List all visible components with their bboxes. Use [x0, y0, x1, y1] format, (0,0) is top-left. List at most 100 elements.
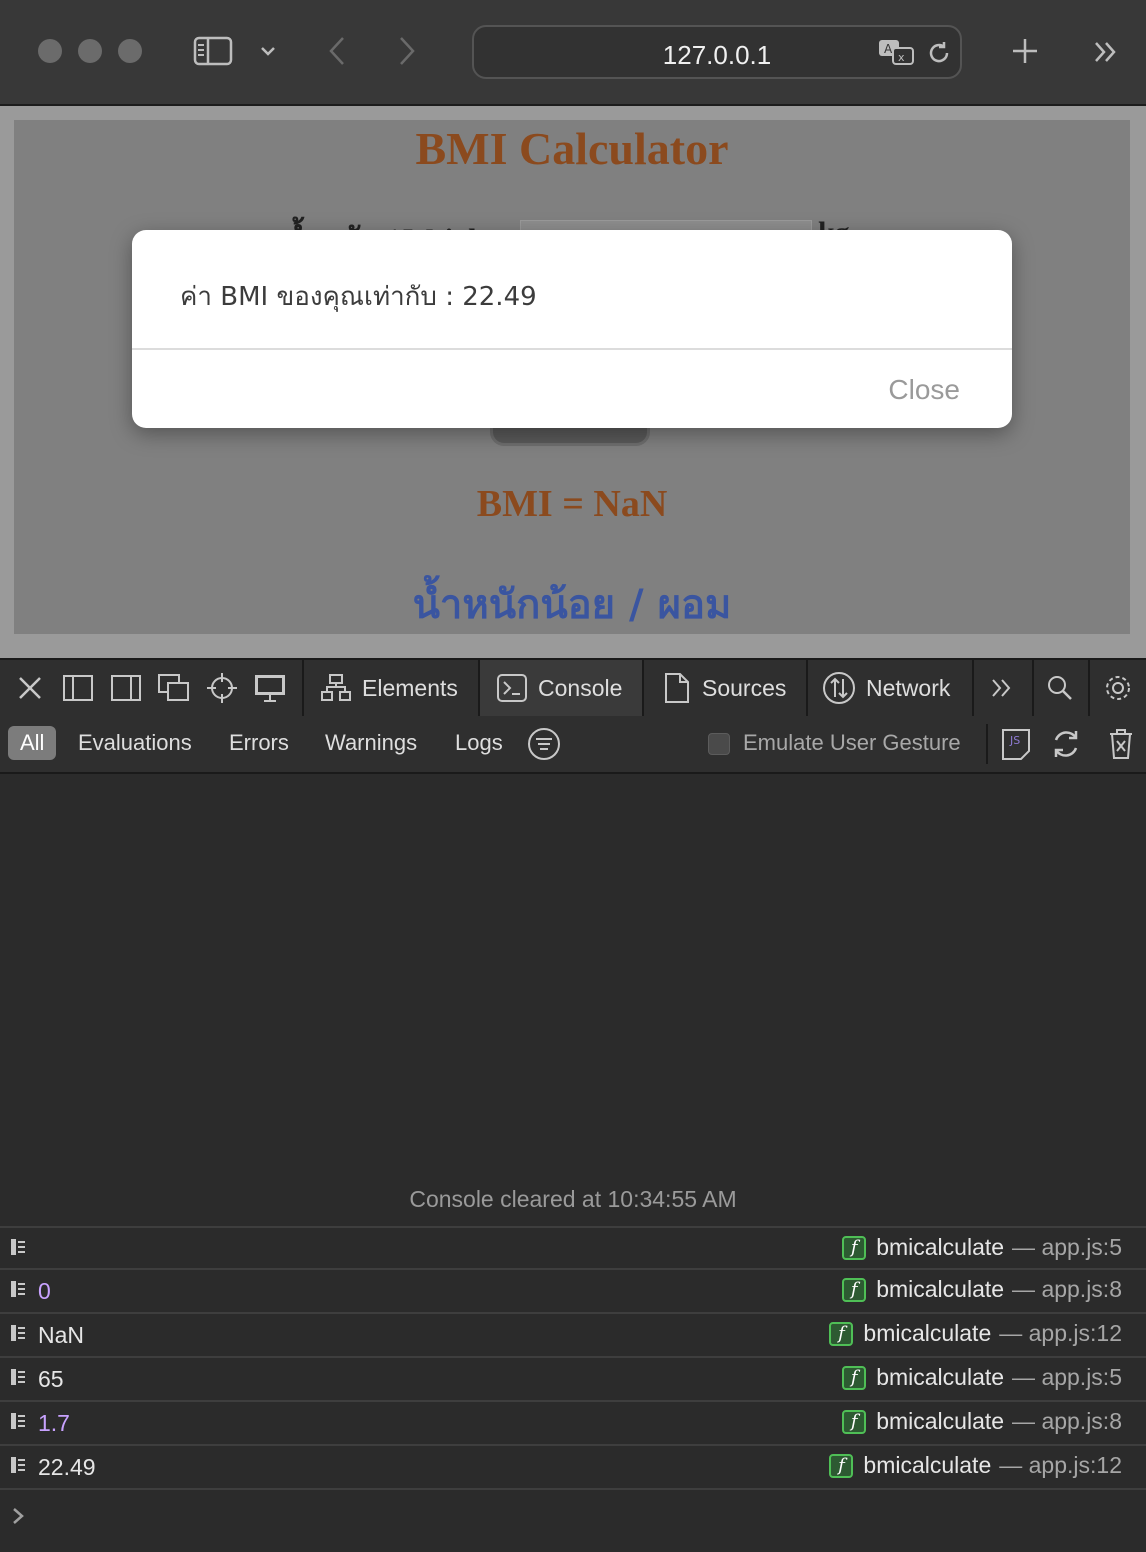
tab-label: Network: [866, 674, 951, 701]
log-source-link[interactable]: f bmicalculate — app.js:8: [842, 1408, 1122, 1435]
minimize-window-button[interactable]: [78, 39, 102, 63]
log-function: bmicalculate: [876, 1276, 1005, 1302]
function-icon: f: [842, 1235, 867, 1260]
log-function: bmicalculate: [876, 1234, 1005, 1260]
chevron-down-icon[interactable]: [256, 40, 280, 62]
bmi-category: น้ำหนักน้อย / ผอม: [412, 582, 732, 628]
svg-text:JS: JS: [1009, 734, 1020, 747]
dialog-divider: [132, 348, 1012, 350]
js-context-icon[interactable]: JS: [998, 726, 1034, 762]
device-mode-icon[interactable]: [252, 670, 288, 706]
filter-all[interactable]: All: [8, 726, 57, 760]
elements-icon: [321, 674, 351, 701]
svg-text:A: A: [884, 42, 893, 56]
log-source-link[interactable]: f bmicalculate — app.js:12: [829, 1452, 1122, 1479]
log-row: NaN f bmicalculate — app.js:12: [0, 1312, 1146, 1356]
log-value: 0: [38, 1278, 51, 1304]
filterbar-divider: [986, 724, 988, 764]
log-function: bmicalculate: [876, 1364, 1005, 1390]
log-value: 1.7: [38, 1410, 70, 1436]
tab-network[interactable]: Network: [808, 660, 972, 716]
devtools-tabbar: Elements Console Sources Network: [0, 658, 1146, 718]
address-bar[interactable]: 127.0.0.1 Ax: [472, 25, 962, 79]
log-icon: [11, 1325, 25, 1341]
log-file: app.js:12: [1028, 1320, 1122, 1346]
log-source-link[interactable]: f bmicalculate — app.js:8: [842, 1276, 1122, 1303]
dock-left-icon[interactable]: [60, 670, 96, 706]
log-source-link[interactable]: f bmicalculate — app.js:12: [829, 1320, 1122, 1347]
console-output: Console cleared at 10:34:55 AM f bmicalc…: [0, 774, 1146, 1550]
log-icon: [11, 1369, 25, 1385]
tab-console[interactable]: Console: [480, 660, 642, 716]
browser-toolbar: 127.0.0.1 Ax: [0, 0, 1146, 106]
log-file: app.js:5: [1041, 1364, 1122, 1390]
emulate-gesture-checkbox[interactable]: [708, 733, 730, 755]
log-function: bmicalculate: [876, 1408, 1005, 1434]
tab-elements[interactable]: Elements: [304, 660, 478, 716]
function-icon: f: [829, 1453, 854, 1478]
log-icon: [11, 1281, 25, 1297]
log-source-link[interactable]: f bmicalculate — app.js:5: [842, 1364, 1122, 1391]
log-source-link[interactable]: f bmicalculate — app.js:5: [842, 1234, 1122, 1261]
close-button[interactable]: Close: [888, 374, 960, 406]
tabbar-divider: [1032, 660, 1034, 716]
forward-icon[interactable]: [392, 34, 422, 68]
back-icon[interactable]: [322, 34, 352, 68]
inspect-element-icon[interactable]: [204, 670, 240, 706]
log-row: 0 f bmicalculate — app.js:8: [0, 1268, 1146, 1312]
svg-text:x: x: [898, 51, 905, 64]
log-file: app.js:5: [1041, 1234, 1122, 1260]
more-panels-icon[interactable]: [984, 670, 1020, 706]
clear-console-icon[interactable]: [1104, 726, 1138, 762]
log-icon: [11, 1239, 25, 1255]
undock-icon[interactable]: [156, 670, 192, 706]
sources-icon: [665, 673, 689, 703]
emulate-gesture-label: Emulate User Gesture: [743, 730, 961, 755]
dialog-message: ค่า BMI ของคุณเท่ากับ : 22.49: [180, 282, 537, 312]
filter-evaluations[interactable]: Evaluations: [68, 726, 202, 760]
filter-logs[interactable]: Logs: [445, 726, 513, 760]
bmi-result: BMI = NaN: [476, 483, 668, 525]
sidebar-toggle-icon[interactable]: [192, 35, 234, 67]
function-icon: f: [829, 1321, 854, 1346]
console-prompt[interactable]: [0, 1488, 1146, 1552]
log-file: app.js:12: [1028, 1452, 1122, 1478]
preserve-log-icon[interactable]: [1048, 726, 1084, 762]
console-filterbar: All Evaluations Errors Warnings Logs Emu…: [0, 716, 1146, 774]
dock-right-icon[interactable]: [108, 670, 144, 706]
function-icon: f: [842, 1365, 867, 1390]
reload-icon[interactable]: [924, 38, 954, 68]
tab-label: Sources: [702, 674, 787, 701]
more-tabs-icon[interactable]: [1090, 38, 1122, 66]
search-icon[interactable]: [1042, 670, 1078, 706]
log-row: 65 f bmicalculate — app.js:5: [0, 1356, 1146, 1400]
log-function: bmicalculate: [863, 1452, 992, 1478]
new-tab-icon[interactable]: [1008, 34, 1042, 68]
console-cleared-message: Console cleared at 10:34:55 AM: [409, 1186, 737, 1212]
alert-dialog: ค่า BMI ของคุณเท่ากับ : 22.49 Close: [132, 230, 1012, 428]
tab-label: Elements: [362, 674, 458, 701]
filter-options-icon[interactable]: [526, 726, 562, 762]
function-icon: f: [842, 1277, 867, 1302]
log-row: f bmicalculate — app.js:5: [0, 1226, 1146, 1270]
tab-label: Console: [538, 674, 623, 701]
filter-errors[interactable]: Errors: [219, 726, 299, 760]
log-value: 22.49: [38, 1454, 96, 1480]
zoom-window-button[interactable]: [118, 39, 142, 63]
tab-sources[interactable]: Sources: [644, 660, 806, 716]
log-file: app.js:8: [1041, 1408, 1122, 1434]
log-value: 65: [38, 1366, 64, 1392]
translate-icon[interactable]: Ax: [876, 37, 916, 67]
log-file: app.js:8: [1041, 1276, 1122, 1302]
close-devtools-icon[interactable]: [12, 670, 48, 706]
close-window-button[interactable]: [38, 39, 62, 63]
log-value: NaN: [38, 1322, 85, 1348]
log-row: 1.7 f bmicalculate — app.js:8: [0, 1400, 1146, 1444]
console-icon: [497, 674, 527, 702]
log-icon: [11, 1457, 25, 1473]
log-icon: [11, 1413, 25, 1429]
network-icon: [823, 672, 855, 704]
gear-icon[interactable]: [1100, 670, 1136, 706]
log-function: bmicalculate: [863, 1320, 992, 1346]
filter-warnings[interactable]: Warnings: [315, 726, 427, 760]
